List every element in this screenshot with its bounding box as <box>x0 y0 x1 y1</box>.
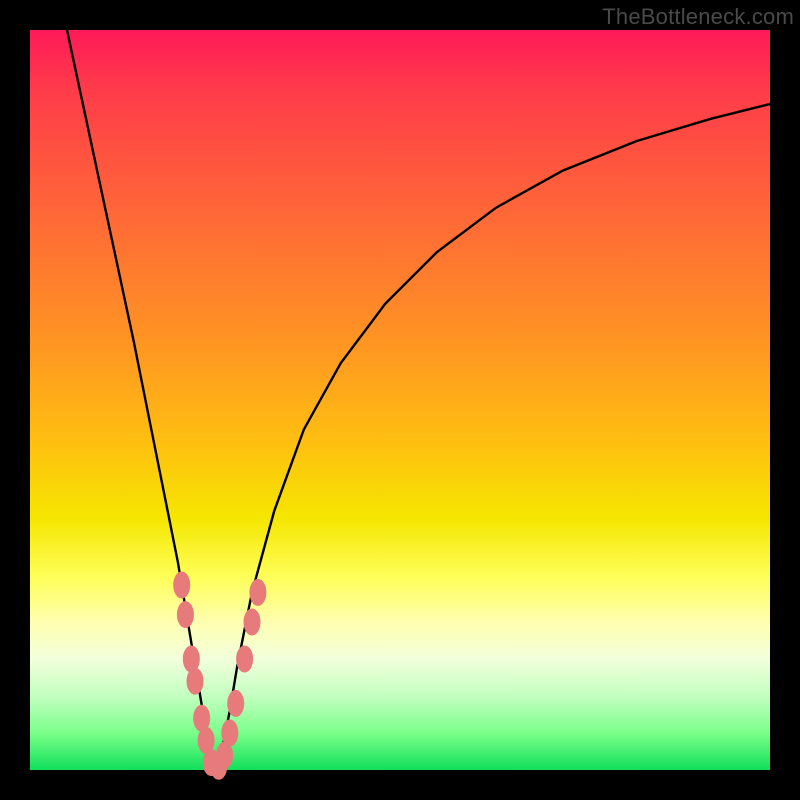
data-marker <box>177 602 193 628</box>
marker-layer <box>174 572 266 779</box>
outer-frame: TheBottleneck.com <box>0 0 800 800</box>
watermark-text: TheBottleneck.com <box>602 4 794 30</box>
data-marker <box>222 720 238 746</box>
data-marker <box>244 609 260 635</box>
curve-layer <box>67 30 770 770</box>
data-marker <box>187 668 203 694</box>
curve-right-branch <box>215 104 770 770</box>
chart-svg <box>30 30 770 770</box>
data-marker <box>250 579 266 605</box>
data-marker <box>174 572 190 598</box>
data-marker <box>228 690 244 716</box>
data-marker <box>237 646 253 672</box>
